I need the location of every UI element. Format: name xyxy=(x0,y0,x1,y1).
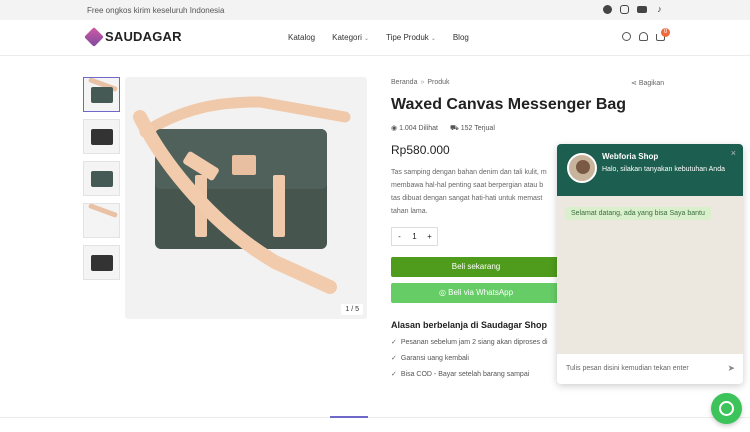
site-header: SAUDAGAR Katalog Kategori ⌄ Tipe Produk ⌄ … xyxy=(0,20,750,56)
breadcrumb-separator: » xyxy=(420,79,425,86)
chevron-down-icon: ⌄ xyxy=(430,36,436,42)
reason-text: Pesanan sebelum jam 2 siang akan diprose… xyxy=(400,339,548,346)
chevron-down-icon: ⌄ xyxy=(363,36,369,42)
description-line: membawa hal-hal penting saat berpergian … xyxy=(391,182,544,189)
logo[interactable]: SAUDAGAR xyxy=(84,26,182,47)
description-line: tahan lama. xyxy=(391,208,428,215)
nav-katalog[interactable]: Katalog xyxy=(288,33,315,42)
user-icon[interactable] xyxy=(639,32,648,41)
logo-mark-icon xyxy=(84,26,104,47)
bag-thumb-art xyxy=(91,171,113,187)
youtube-icon[interactable] xyxy=(637,6,647,13)
description-line: Tas samping dengan bahan denim dan tali … xyxy=(391,169,547,176)
instagram-icon[interactable] xyxy=(620,5,629,14)
search-icon[interactable] xyxy=(622,32,631,41)
whatsapp-float-button[interactable] xyxy=(711,393,742,424)
facebook-icon[interactable] xyxy=(603,5,612,14)
shipping-notice: Free ongkos kirim keseluruh Indonesia xyxy=(87,6,225,15)
gallery-thumbnails xyxy=(83,77,120,287)
sold-count: 152 Terjual xyxy=(460,125,495,132)
cart-icon[interactable]: 0 xyxy=(656,28,670,41)
nav-blog[interactable]: Blog xyxy=(453,33,469,42)
send-icon[interactable]: ➤ xyxy=(727,363,735,374)
reason-item: ✓ Bisa COD - Bayar setelah barang sampai xyxy=(391,370,548,378)
sold-stat: ⛟ 152 Terjual xyxy=(450,124,495,133)
share-icon: ⋖ xyxy=(631,80,639,87)
nav-tipe-produk-label: Tipe Produk xyxy=(385,33,429,42)
chat-welcome-message: Selamat datang, ada yang bisa Saya bantu xyxy=(565,207,711,220)
views-stat: ◉ 1.004 Dilihat xyxy=(391,124,438,133)
breadcrumb: Beranda» Produk xyxy=(391,79,450,86)
gallery-thumb-5[interactable] xyxy=(83,245,120,280)
eye-icon: ◉ xyxy=(391,125,400,132)
tiktok-icon[interactable]: ♪ xyxy=(655,5,664,14)
gallery-thumb-1[interactable] xyxy=(83,77,120,112)
product-main-image[interactable]: 1 / 5 xyxy=(125,77,367,319)
reason-text: Bisa COD - Bayar setelah barang sampai xyxy=(400,371,530,378)
reason-text: Garansi uang kembali xyxy=(400,355,469,362)
chat-widget: Webforia Shop Halo, silakan tanyakan keb… xyxy=(557,144,743,384)
social-links: ♪ xyxy=(603,5,664,14)
section-divider xyxy=(0,417,750,418)
chat-input-bar: Tulis pesan disini kemudian tekan enter … xyxy=(557,354,743,384)
product-stats: ◉ 1.004 Dilihat ⛟ 152 Terjual xyxy=(391,124,495,133)
check-icon: ✓ xyxy=(391,371,397,378)
truck-icon: ⛟ xyxy=(449,125,461,132)
bag-thumb-art xyxy=(91,129,113,145)
active-tab-indicator[interactable] xyxy=(330,416,368,418)
quantity-stepper: - 1 + xyxy=(391,227,438,246)
views-count: 1.004 Dilihat xyxy=(399,125,438,132)
gallery-thumb-4[interactable] xyxy=(83,203,120,238)
main-nav: Katalog Kategori ⌄ Tipe Produk ⌄ Blog xyxy=(288,33,469,42)
buy-now-button[interactable]: Beli sekarang xyxy=(391,257,561,277)
check-icon: ✓ xyxy=(391,355,397,362)
header-icons: 0 xyxy=(622,28,670,41)
share-button[interactable]: ⋖ Bagikan xyxy=(631,79,664,87)
gallery-counter: 1 / 5 xyxy=(341,304,363,315)
chat-message-input[interactable]: Tulis pesan disini kemudian tekan enter xyxy=(566,365,689,372)
chat-shop-name: Webforia Shop xyxy=(602,152,659,161)
messenger-bag-image xyxy=(133,96,351,294)
reasons-list: ✓ Pesanan sebelum jam 2 siang akan dipros… xyxy=(391,338,548,386)
description-line: tas dibuat dengan sangat hati-hati untuk… xyxy=(391,195,543,202)
qty-plus-button[interactable]: + xyxy=(422,228,437,245)
qty-value-field[interactable]: 1 xyxy=(407,228,422,245)
strap-thumb-art xyxy=(88,204,118,218)
breadcrumb-produk[interactable]: Produk xyxy=(427,79,449,86)
share-label: Bagikan xyxy=(638,80,665,87)
nav-kategori[interactable]: Kategori ⌄ xyxy=(332,33,369,42)
buy-whatsapp-label: Beli via WhatsApp xyxy=(448,288,514,297)
qty-minus-button[interactable]: - xyxy=(392,228,407,245)
reason-item: ✓ Pesanan sebelum jam 2 siang akan dipros… xyxy=(391,338,548,346)
cart-count-badge: 0 xyxy=(661,28,670,37)
gallery-thumb-2[interactable] xyxy=(83,119,120,154)
breadcrumb-home[interactable]: Beranda xyxy=(391,79,417,86)
logo-text: SAUDAGAR xyxy=(105,29,182,44)
gallery-thumb-3[interactable] xyxy=(83,161,120,196)
nav-kategori-label: Kategori xyxy=(332,33,362,42)
close-icon[interactable]: × xyxy=(731,148,736,158)
whatsapp-icon: ◎ xyxy=(438,288,449,297)
check-icon: ✓ xyxy=(391,339,397,346)
product-description: Tas samping dengan bahan denim dan tali … xyxy=(391,166,561,218)
reasons-title: Alasan berbelanja di Saudagar Shop xyxy=(391,320,548,330)
chat-header: Webforia Shop Halo, silakan tanyakan keb… xyxy=(557,144,743,196)
avatar xyxy=(567,153,597,183)
bag-thumb-art xyxy=(91,87,113,103)
top-announcement-bar: Free ongkos kirim keseluruh Indonesia ♪ xyxy=(0,0,750,20)
buy-whatsapp-button[interactable]: ◎ Beli via WhatsApp xyxy=(391,283,561,303)
product-title: Waxed Canvas Messenger Bag xyxy=(391,96,627,113)
bag-thumb-art xyxy=(91,255,113,271)
chat-subtitle: Halo, silakan tanyakan kebutuhan Anda xyxy=(602,166,725,173)
nav-tipe-produk[interactable]: Tipe Produk ⌄ xyxy=(386,33,436,42)
reason-item: ✓ Garansi uang kembali xyxy=(391,354,548,362)
product-price: Rp580.000 xyxy=(391,143,450,157)
